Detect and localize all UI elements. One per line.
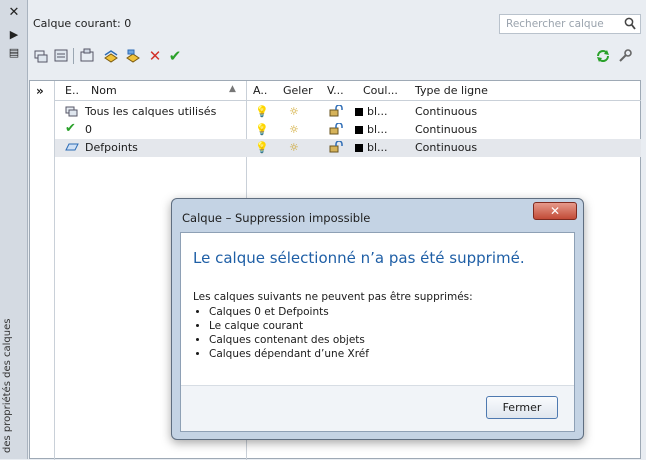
col-header-linetype[interactable]: Type de ligne xyxy=(415,84,488,97)
color-swatch xyxy=(355,126,363,134)
unlock-icon[interactable] xyxy=(329,104,343,120)
color-swatch xyxy=(355,144,363,152)
search-input[interactable]: Rechercher calque xyxy=(499,14,641,34)
color-swatch xyxy=(355,108,363,116)
tree-item-defpoints[interactable]: Defpoints xyxy=(55,139,247,157)
list-item: Calques dépendant d’une Xréf xyxy=(209,347,369,361)
search-icon[interactable] xyxy=(624,17,636,34)
palette-side-strip: ✕ ▶ ▤ des propriétés des calques xyxy=(0,0,28,459)
layer-properties-manager: ✕ ▶ ▤ des propriétés des calques Calque … xyxy=(0,0,646,460)
unlock-icon[interactable] xyxy=(329,122,343,138)
top-bar: Calque courant: 0 Rechercher calque xyxy=(29,12,641,36)
table-row[interactable]: 💡 ☼ bl... Continuous xyxy=(247,121,641,139)
col-header-color[interactable]: Coul... xyxy=(363,84,398,97)
list-item: Calques contenant des objets xyxy=(209,333,369,347)
new-property-filter-icon[interactable] xyxy=(33,48,49,64)
sort-asc-icon: ▲ xyxy=(229,84,236,94)
table-row[interactable]: 💡 ☼ bl... Continuous xyxy=(247,139,641,157)
settings-icon[interactable] xyxy=(617,48,633,64)
current-layer-label: Calque courant: 0 xyxy=(33,17,132,30)
col-header-on[interactable]: A.. xyxy=(253,84,267,97)
col-header-e[interactable]: E.. xyxy=(65,84,79,97)
set-current-icon[interactable]: ✔ xyxy=(167,48,183,64)
fermer-button[interactable]: Fermer xyxy=(486,396,558,419)
color-name[interactable]: bl... xyxy=(367,105,388,118)
close-icon[interactable]: ✕ xyxy=(5,6,23,20)
palette-title: des propriétés des calques xyxy=(2,318,13,453)
sun-icon[interactable]: ☼ xyxy=(289,141,299,154)
delete-layer-icon[interactable]: ✕ xyxy=(147,48,163,64)
new-layer-vp-frozen-icon[interactable] xyxy=(125,48,141,64)
list-item: Le calque courant xyxy=(209,319,369,333)
tree-item-label: Defpoints xyxy=(85,141,138,154)
tree-item-all-used[interactable]: Tous les calques utilisés xyxy=(55,103,247,121)
current-check-icon: ✔ xyxy=(65,121,76,136)
col-header-freeze[interactable]: Geler xyxy=(283,84,313,97)
dialog-button-bar: Fermer xyxy=(181,385,574,431)
lightbulb-icon[interactable]: 💡 xyxy=(255,123,269,136)
table-row[interactable]: 💡 ☼ bl... Continuous xyxy=(247,103,641,121)
col-header-lock[interactable]: V... xyxy=(327,84,344,97)
error-dialog: Calque – Suppression impossible ✕ Le cal… xyxy=(171,198,584,440)
list-header: A.. Geler V... Coul... Type de ligne xyxy=(247,81,641,101)
color-name[interactable]: bl... xyxy=(367,123,388,136)
new-layer-icon[interactable] xyxy=(103,48,119,64)
properties-icon[interactable]: ▤ xyxy=(5,46,23,60)
dialog-bullet-list: Calques 0 et Defpoints Le calque courant… xyxy=(197,305,369,361)
unlock-icon[interactable] xyxy=(329,140,343,156)
lightbulb-icon[interactable]: 💡 xyxy=(255,105,269,118)
dialog-heading: Le calque sélectionné n’a pas été suppri… xyxy=(193,249,525,267)
tree-item-0[interactable]: ✔ 0 xyxy=(55,121,247,139)
dialog-close-button[interactable]: ✕ xyxy=(533,202,577,220)
linetype[interactable]: Continuous xyxy=(415,105,477,118)
list-item: Calques 0 et Defpoints xyxy=(209,305,369,319)
new-group-filter-icon[interactable] xyxy=(53,48,69,64)
search-placeholder: Rechercher calque xyxy=(506,18,604,30)
dialog-title: Calque – Suppression impossible xyxy=(182,211,371,225)
pin-icon[interactable]: ▶ xyxy=(5,28,23,42)
tree-header: E.. Nom ▲ xyxy=(55,81,247,101)
lightbulb-icon[interactable]: 💡 xyxy=(255,141,269,154)
col-header-name[interactable]: Nom xyxy=(91,84,117,97)
linetype[interactable]: Continuous xyxy=(415,123,477,136)
linetype[interactable]: Continuous xyxy=(415,141,477,154)
dialog-body: Le calque sélectionné n’a pas été suppri… xyxy=(180,232,575,432)
layer-icon xyxy=(65,141,79,156)
toolbar: ✕ ✔ xyxy=(29,46,641,68)
tree-item-label: 0 xyxy=(85,123,92,136)
dialog-intro: Les calques suivants ne peuvent pas être… xyxy=(193,291,473,303)
sun-icon[interactable]: ☼ xyxy=(289,123,299,136)
close-icon: ✕ xyxy=(549,204,561,218)
expand-filter-tree-icon[interactable]: » xyxy=(36,84,44,98)
refresh-icon[interactable] xyxy=(595,48,611,64)
color-name[interactable]: bl... xyxy=(367,141,388,154)
tree-item-label: Tous les calques utilisés xyxy=(85,105,217,118)
filter-icon xyxy=(65,105,79,120)
layer-states-icon[interactable] xyxy=(79,48,95,64)
sun-icon[interactable]: ☼ xyxy=(289,105,299,118)
